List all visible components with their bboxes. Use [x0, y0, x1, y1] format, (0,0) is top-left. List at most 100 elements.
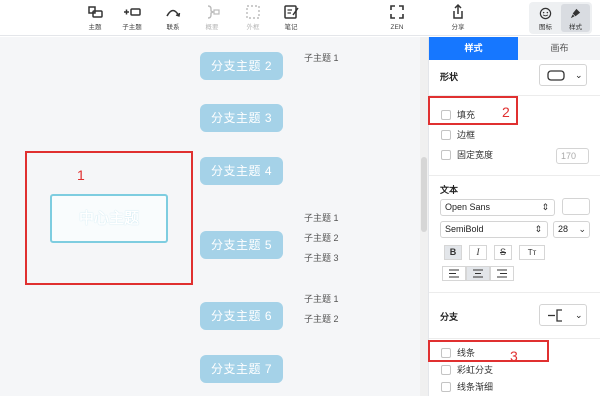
tab-canvas[interactable]: 画布 — [518, 37, 600, 60]
shape-section-title: 形状 — [440, 72, 459, 82]
toolbar: 主题 子主题 联系 概要 外框 笔记 ZEN 分享 图标 样式 — [0, 0, 600, 36]
checkbox[interactable] — [441, 364, 451, 375]
chevron-down-icon: ⌄ — [575, 70, 583, 80]
zen-button-label: ZEN — [390, 24, 404, 31]
text-case-button[interactable]: Tт — [519, 245, 545, 260]
rainbow-branch-label: 彩虹分支 — [457, 365, 494, 375]
boundary-icon — [246, 5, 260, 19]
zen-icon — [390, 5, 404, 19]
smiley-icon — [539, 7, 552, 20]
topic-button[interactable]: 主题 — [80, 3, 110, 34]
share-button-label: 分享 — [451, 24, 465, 31]
subtopic[interactable]: 子主题 1 — [304, 211, 339, 224]
font-family-select[interactable]: Open Sans ⇕ — [440, 199, 555, 216]
boundary-button[interactable]: 外框 — [238, 3, 268, 34]
checkbox[interactable] — [441, 149, 451, 160]
note-button-label: 笔记 — [284, 24, 298, 31]
zen-button[interactable]: ZEN — [382, 3, 412, 34]
shape-select[interactable]: ⌄ — [539, 64, 587, 86]
style-panel-button[interactable]: 样式 — [561, 4, 590, 32]
annotation-label: 2 — [502, 104, 510, 120]
topic-button-label: 主题 — [88, 24, 102, 31]
subtopic[interactable]: 子主题 2 — [304, 312, 339, 325]
font-size-value: 28 — [558, 224, 569, 234]
fixed-width-label: 固定宽度 — [457, 150, 494, 160]
share-button[interactable]: 分享 — [443, 3, 473, 34]
vertical-scrollbar[interactable] — [420, 37, 428, 396]
scrollbar-thumb[interactable] — [421, 157, 427, 232]
align-center-button[interactable] — [466, 266, 490, 281]
font-weight-value: SemiBold — [445, 224, 484, 234]
divider — [429, 338, 600, 339]
branch-topic[interactable]: 分支主题 2 — [200, 52, 283, 80]
divider — [429, 175, 600, 176]
tapered-line-checkbox[interactable]: 线条渐细 — [441, 380, 493, 394]
font-family-value: Open Sans — [445, 202, 491, 212]
branch-topic[interactable]: 分支主题 4 — [200, 157, 283, 185]
tab-style[interactable]: 样式 — [429, 37, 518, 60]
checkbox[interactable] — [441, 381, 451, 392]
fixed-width-checkbox[interactable]: 固定宽度 — [441, 148, 493, 162]
align-center-icon — [473, 269, 483, 278]
branch-topic[interactable]: 分支主题 5 — [200, 231, 283, 259]
note-icon — [284, 5, 299, 19]
font-size-select[interactable]: 28 ⌄ — [553, 221, 590, 238]
align-right-icon — [497, 269, 507, 278]
chevron-down-icon: ⌄ — [578, 224, 586, 234]
updown-caret-icon: ⇕ — [541, 202, 549, 212]
tapered-line-label: 线条渐细 — [457, 382, 494, 392]
summary-icon — [207, 5, 220, 19]
align-left-icon — [449, 269, 459, 278]
icon-panel-label: 图标 — [539, 24, 552, 31]
updown-caret-icon: ⇕ — [534, 224, 542, 234]
panel-tabs: 样式 画布 — [429, 37, 600, 60]
annotation-box — [25, 151, 193, 285]
subtopic[interactable]: 子主题 1 — [304, 292, 339, 305]
relationship-icon — [166, 9, 181, 17]
subtopic[interactable]: 子主题 3 — [304, 251, 339, 264]
branch-topic[interactable]: 分支主题 6 — [200, 302, 283, 330]
rounded-rect-shape-icon — [547, 70, 565, 81]
boundary-button-label: 外框 — [246, 24, 260, 31]
relationship-button-label: 联系 — [166, 24, 180, 31]
annotation-label: 1 — [77, 167, 85, 183]
view-switch: 图标 样式 — [529, 2, 592, 34]
subtopic-button-label: 子主题 — [122, 24, 142, 31]
share-icon — [453, 3, 463, 19]
summary-button[interactable]: 概要 — [197, 3, 227, 34]
annotation-label: 3 — [510, 348, 518, 364]
style-panel-label: 样式 — [569, 24, 582, 31]
align-right-button[interactable] — [490, 266, 514, 281]
align-left-button[interactable] — [442, 266, 466, 281]
annotation-box — [428, 340, 549, 362]
topic-icon — [88, 6, 103, 18]
fixed-width-input[interactable]: 170 — [556, 148, 589, 164]
font-weight-select[interactable]: SemiBold ⇕ — [440, 221, 548, 238]
mindmap-canvas[interactable]: 中心主题 分支主题 2 分支主题 3 分支主题 4 分支主题 5 分支主题 6 … — [0, 37, 420, 396]
text-section-title: 文本 — [440, 185, 459, 195]
icon-panel-button[interactable]: 图标 — [531, 4, 560, 32]
branch-topic[interactable]: 分支主题 7 — [200, 355, 283, 383]
strikethrough-button[interactable]: S — [494, 245, 512, 260]
subtopic-icon — [124, 8, 141, 16]
relationship-button[interactable]: 联系 — [158, 3, 188, 34]
branch-section-title: 分支 — [440, 312, 459, 322]
chevron-down-icon: ⌄ — [575, 310, 583, 320]
branch-connector-icon — [548, 309, 562, 322]
rainbow-branch-checkbox[interactable]: 彩虹分支 — [441, 363, 493, 377]
subtopic[interactable]: 子主题 1 — [304, 51, 339, 64]
summary-button-label: 概要 — [205, 24, 219, 31]
border-checkbox[interactable]: 边框 — [441, 128, 475, 142]
bold-button[interactable]: B — [444, 245, 462, 260]
note-button[interactable]: 笔记 — [276, 3, 306, 34]
divider — [429, 292, 600, 293]
subtopic[interactable]: 子主题 2 — [304, 231, 339, 244]
border-label: 边框 — [457, 130, 476, 140]
branch-connector-select[interactable]: ⌄ — [539, 304, 587, 326]
subtopic-button[interactable]: 子主题 — [117, 3, 147, 34]
font-color-picker[interactable] — [562, 198, 590, 215]
checkbox[interactable] — [441, 129, 451, 140]
italic-button[interactable]: I — [469, 245, 487, 260]
branch-topic[interactable]: 分支主题 3 — [200, 104, 283, 132]
brush-icon — [570, 8, 581, 19]
